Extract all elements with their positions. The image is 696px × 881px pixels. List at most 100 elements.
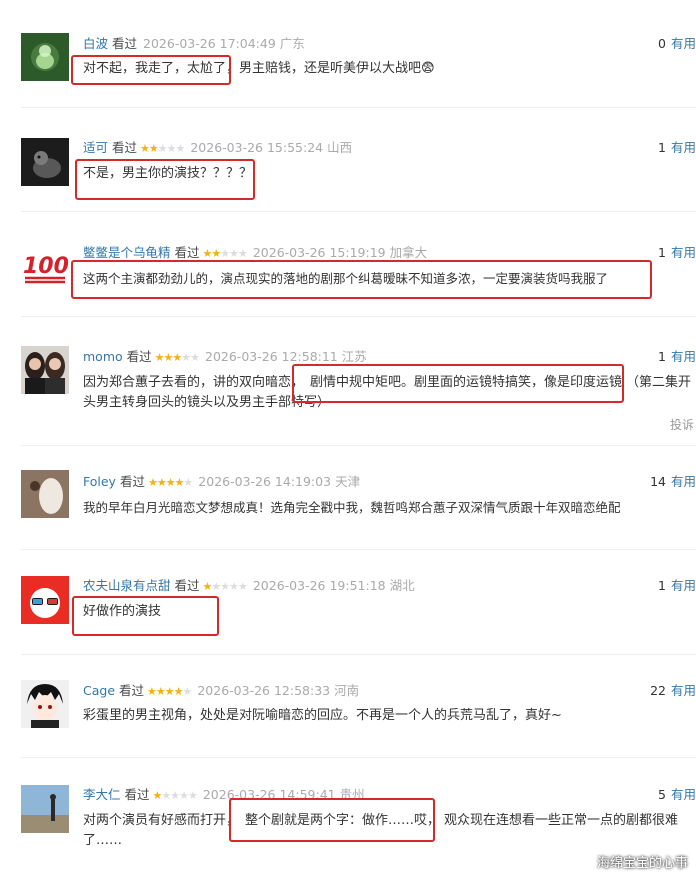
comment-meta: 农夫山泉有点甜 看过 ★★★★★ 2026-03-26 19:51:18 湖北 <box>83 578 415 595</box>
rating-stars: ★★★★★ <box>140 142 185 155</box>
divider <box>21 757 696 758</box>
highlight-box <box>75 159 255 200</box>
useful-button[interactable]: 有用 <box>671 245 696 260</box>
avatar[interactable]: 100 <box>21 241 69 289</box>
location: 天津 <box>335 474 361 489</box>
username-link[interactable]: 适可 <box>83 140 108 155</box>
rating-stars: ★★★★★ <box>152 789 198 802</box>
report-link[interactable]: 投诉 <box>670 416 694 433</box>
vote-count: 5 <box>658 787 666 802</box>
highlight-box <box>292 364 624 403</box>
rating-stars: ★★★★★ <box>154 351 200 364</box>
comment-meta: 适可 看过 ★★★★★ 2026-03-26 15:55:24 山西 <box>83 140 352 157</box>
watch-status: 看过 <box>112 36 138 51</box>
divider <box>21 445 696 446</box>
avatar-image <box>21 470 69 518</box>
highlight-box <box>71 260 652 299</box>
location: 广东 <box>279 36 305 51</box>
comment-text-part: 对两个演员有好感而打开， <box>83 813 240 828</box>
avatar-image <box>21 346 69 394</box>
divider <box>21 549 696 550</box>
watch-status: 看过 <box>124 787 150 802</box>
rating-stars: ★★★★★ <box>147 476 193 489</box>
avatar-image <box>21 785 69 833</box>
watch-status: 看过 <box>126 349 152 364</box>
timestamp: 2026-03-26 17:04:49 <box>143 36 276 51</box>
location: 江苏 <box>341 349 367 364</box>
vote: 22 有用 <box>650 683 696 699</box>
useful-button[interactable]: 有用 <box>671 140 696 155</box>
vote: 5 有用 <box>658 787 696 803</box>
vote-count: 1 <box>658 140 666 155</box>
vote-count: 1 <box>658 245 666 260</box>
avatar[interactable] <box>21 138 69 186</box>
timestamp: 2026-03-26 12:58:11 <box>205 349 338 364</box>
watermark: 海绵宝宝的心事 <box>596 856 688 871</box>
avatar[interactable] <box>21 346 69 394</box>
timestamp: 2026-03-26 15:55:24 <box>190 140 324 155</box>
vote-count: 22 <box>650 683 666 698</box>
rating-stars: ★★★★★ <box>202 580 248 593</box>
avatar-image: 100 <box>21 241 69 289</box>
username-link[interactable]: 李大仁 <box>83 787 121 802</box>
watch-status: 看过 <box>119 474 145 489</box>
timestamp: 2026-03-26 14:19:03 <box>198 474 332 489</box>
vote: 14 有用 <box>650 474 696 490</box>
username-link[interactable]: Foley <box>83 474 116 489</box>
comment-meta: Cage 看过 ★★★★★ 2026-03-26 12:58:33 河南 <box>83 683 359 700</box>
useful-button[interactable]: 有用 <box>671 349 696 364</box>
avatar[interactable] <box>21 33 69 81</box>
location: 河南 <box>334 683 360 698</box>
username-link[interactable]: Cage <box>83 683 115 698</box>
watch-status: 看过 <box>112 140 138 155</box>
useful-button[interactable]: 有用 <box>671 36 696 51</box>
username-link[interactable]: 白波 <box>83 36 108 51</box>
timestamp: 2026-03-26 15:19:19 <box>252 245 386 260</box>
username-link[interactable]: momo <box>83 349 123 364</box>
username-link[interactable]: 农夫山泉有点甜 <box>83 578 171 593</box>
avatar-image <box>21 680 69 728</box>
comment-meta: 白波 看过 2026-03-26 17:04:49 广东 <box>83 36 305 52</box>
highlight-box <box>72 596 219 636</box>
divider <box>21 316 696 317</box>
avatar-image <box>21 33 69 81</box>
vote: 0 有用 <box>658 36 696 52</box>
rating-stars: ★★★★★ <box>147 685 192 698</box>
watch-status: 看过 <box>119 683 145 698</box>
location: 湖北 <box>389 578 415 593</box>
useful-button[interactable]: 有用 <box>671 578 696 593</box>
vote-count: 0 <box>658 36 666 51</box>
vote: 1 有用 <box>658 245 696 261</box>
vote-count: 1 <box>658 578 666 593</box>
avatar-badge: 100 <box>23 254 69 279</box>
location: 山西 <box>327 140 353 155</box>
avatar[interactable] <box>21 470 69 518</box>
avatar-image <box>21 138 69 186</box>
avatar[interactable] <box>21 680 69 728</box>
highlight-box <box>71 55 231 85</box>
watch-status: 看过 <box>174 245 200 260</box>
avatar[interactable] <box>21 576 69 624</box>
avatar-image <box>21 576 69 624</box>
divider <box>21 211 696 212</box>
useful-button[interactable]: 有用 <box>671 683 696 698</box>
useful-button[interactable]: 有用 <box>671 474 696 489</box>
highlight-box <box>229 798 435 842</box>
useful-button[interactable]: 有用 <box>671 787 696 802</box>
vote: 1 有用 <box>658 349 696 365</box>
comment-text-part: 因为郑合蕙子去看的，讲的双向暗恋， <box>83 375 305 390</box>
watch-status: 看过 <box>174 578 200 593</box>
timestamp: 2026-03-26 12:58:33 <box>197 683 331 698</box>
comment-meta: Foley 看过 ★★★★★ 2026-03-26 14:19:03 天津 <box>83 474 360 491</box>
divider <box>21 654 696 655</box>
location: 加拿大 <box>389 245 428 260</box>
comment-text: 彩蛋里的男主视角，处处是对阮喻暗恋的回应。不再是一个人的兵荒马乱了，真好~ <box>83 708 562 723</box>
divider <box>21 107 696 108</box>
avatar[interactable] <box>21 785 69 833</box>
vote-count: 14 <box>650 474 666 489</box>
username-link[interactable]: 鳖鳖是个乌龟精 <box>83 245 171 260</box>
timestamp: 2026-03-26 19:51:18 <box>252 578 386 593</box>
vote-count: 1 <box>658 349 666 364</box>
vote: 1 有用 <box>658 578 696 594</box>
comment-text: 我的早年白月光暗恋文梦想成真！选角完全戳中我，魏哲鸣郑合蕙子双深情气质跟十年双暗… <box>83 500 621 515</box>
